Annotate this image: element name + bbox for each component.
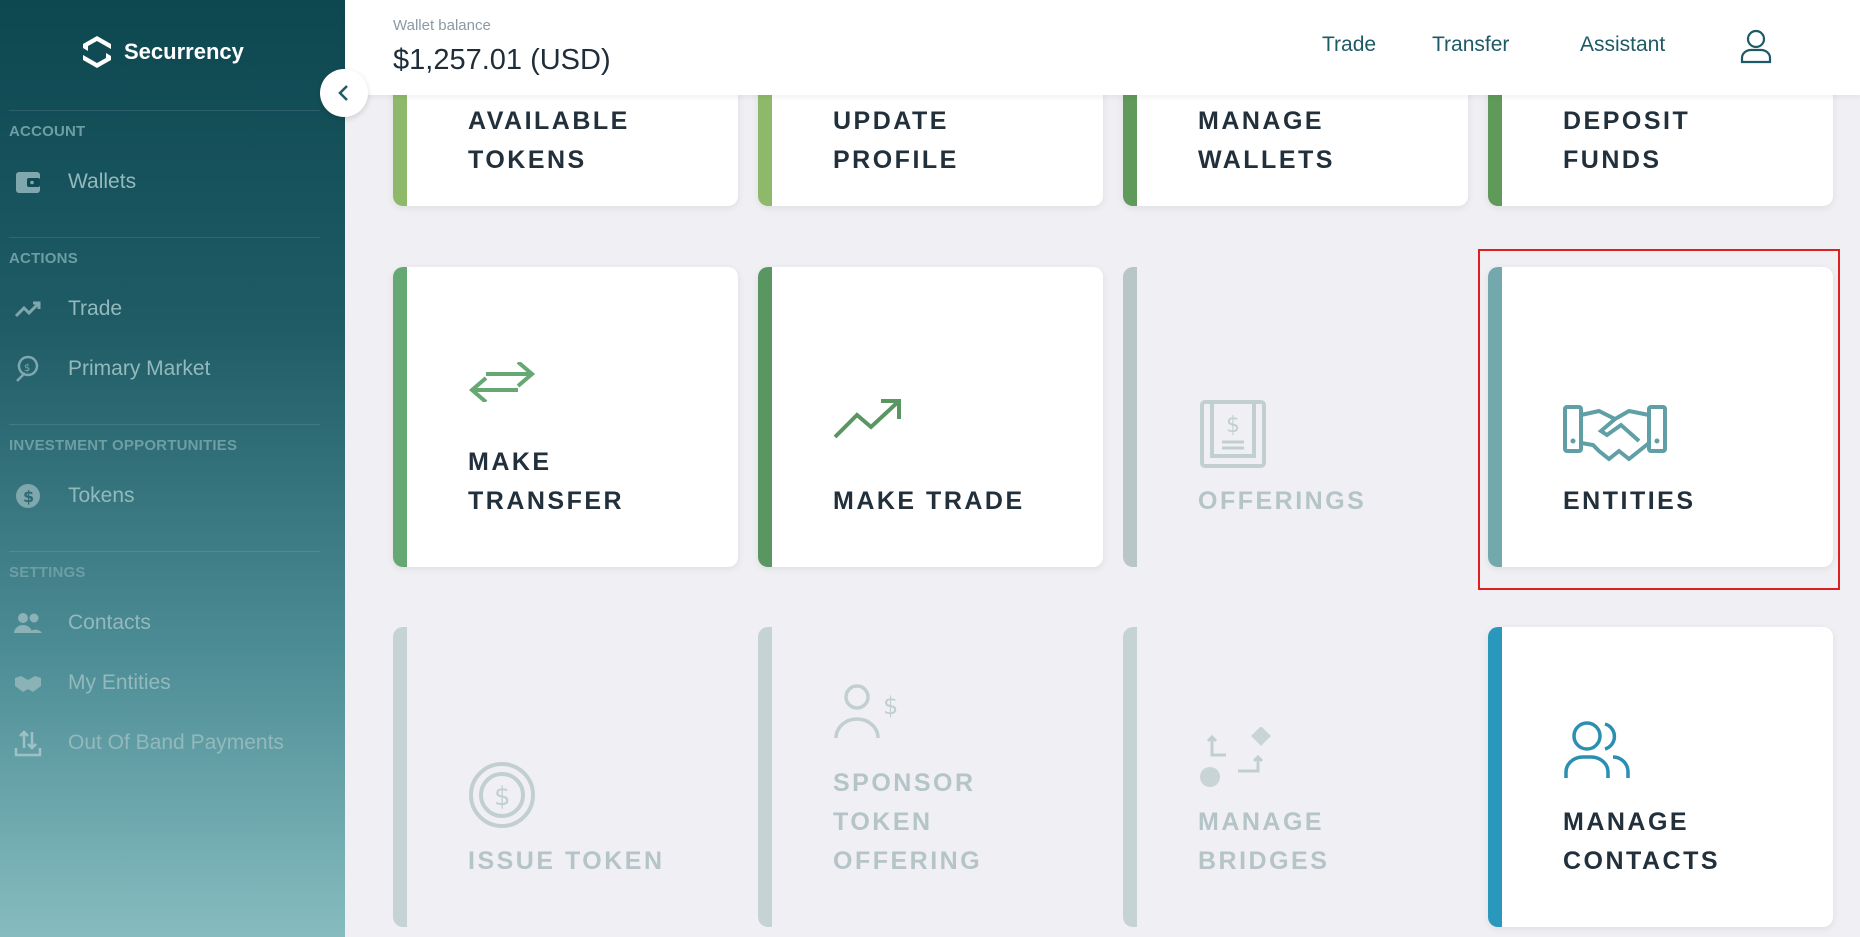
sidebar-item-label: Out Of Band Payments (68, 731, 284, 754)
trend-up-icon (833, 399, 901, 439)
section-label-settings: SETTINGS (9, 564, 86, 581)
svg-text:$: $ (1226, 413, 1240, 438)
sidebar-item-label: Primary Market (68, 357, 211, 380)
card-make-trade[interactable]: MAKE TRADE (758, 267, 1103, 567)
section-label-actions: ACTIONS (9, 250, 78, 267)
nav-link-trade[interactable]: Trade (1322, 33, 1376, 57)
wallet-balance-value: $1,257.01 (USD) (393, 44, 611, 76)
handshake-icon (10, 668, 46, 698)
card-accent-bar (393, 627, 407, 927)
sidebar-item-label: Tokens (68, 484, 135, 507)
card-title: AVAILABLE TOKENS (468, 107, 630, 174)
card-title: ENTITIES (1563, 487, 1696, 515)
bridge-icon (1200, 727, 1271, 787)
contacts-icon (10, 608, 46, 638)
user-profile-icon[interactable] (1739, 28, 1773, 64)
sidebar-item-my-entities[interactable]: My Entities (10, 668, 171, 698)
card-accent-bar (393, 267, 407, 567)
card-manage-contacts[interactable]: MANAGE CONTACTS (1488, 627, 1833, 927)
sidebar-item-label: Trade (68, 297, 123, 320)
card-sponsor-token-offering: $ SPONSOR TOKEN OFFERING (758, 627, 1103, 927)
card-issue-token: $ ISSUE TOKEN (393, 627, 738, 927)
primary-market-icon: $ (10, 354, 46, 384)
sidebar-divider (9, 110, 320, 111)
card-title: MANAGE WALLETS (1198, 107, 1335, 174)
sidebar-divider (9, 424, 320, 425)
card-title: MANAGE BRIDGES (1198, 808, 1330, 875)
sidebar: Securrency ACCOUNT Wallets ACTIONS Trade… (0, 0, 345, 937)
card-manage-bridges: MANAGE BRIDGES (1123, 627, 1468, 927)
card-title: DEPOSIT FUNDS (1563, 107, 1691, 174)
card-accent-bar (758, 627, 772, 927)
nav-link-assistant[interactable]: Assistant (1580, 33, 1665, 57)
card-title: ISSUE TOKEN (468, 847, 665, 875)
card-make-transfer[interactable]: MAKE TRANSFER (393, 267, 738, 567)
card-entities[interactable]: ENTITIES (1488, 267, 1833, 567)
card-accent-bar (1123, 267, 1137, 567)
top-header: Wallet balance $1,257.01 (USD) Trade Tra… (345, 0, 1860, 95)
sidebar-divider (9, 551, 320, 552)
brand-logo[interactable]: Securrency (80, 34, 244, 70)
securrency-logo-icon (83, 36, 111, 68)
svg-text:$: $ (24, 363, 30, 374)
svg-text:$: $ (23, 487, 34, 506)
sidebar-item-contacts[interactable]: Contacts (10, 608, 151, 638)
sidebar-item-trade[interactable]: Trade (10, 294, 122, 324)
svg-text:$: $ (883, 692, 898, 720)
svg-text:$: $ (494, 782, 511, 812)
card-title: MAKE TRADE (833, 487, 1025, 515)
sidebar-item-label: Wallets (68, 170, 137, 193)
sidebar-item-out-of-band-payments[interactable]: Out Of Band Payments (10, 728, 284, 758)
wallet-icon (10, 167, 46, 197)
sidebar-item-tokens[interactable]: $ Tokens (10, 481, 135, 511)
card-title: MAKE TRANSFER (468, 448, 625, 515)
sidebar-divider (9, 237, 320, 238)
chevron-left-icon (338, 85, 348, 101)
card-accent-bar (1488, 627, 1502, 927)
sponsor-icon: $ (834, 684, 898, 739)
nav-link-transfer[interactable]: Transfer (1432, 33, 1509, 57)
document-dollar-icon: $ (1200, 400, 1266, 468)
card-accent-bar (1488, 267, 1502, 567)
coin-icon: $ (469, 762, 535, 828)
section-label-account: ACCOUNT (9, 123, 86, 140)
arrows-left-right-icon (468, 362, 536, 402)
sidebar-item-wallets[interactable]: Wallets (10, 167, 136, 197)
sidebar-collapse-button[interactable] (320, 69, 368, 117)
sidebar-item-primary-market[interactable]: $ Primary Market (10, 354, 210, 384)
wallet-balance-label: Wallet balance (393, 17, 491, 34)
card-accent-bar (758, 267, 772, 567)
transfer-tray-icon (10, 728, 46, 758)
handshake-icon (1563, 405, 1667, 462)
card-title: UPDATE PROFILE (833, 107, 959, 174)
card-title: SPONSOR TOKEN OFFERING (833, 769, 983, 875)
card-title: MANAGE CONTACTS (1563, 808, 1721, 875)
card-offerings: $ OFFERINGS (1123, 267, 1468, 567)
brand-name: Securrency (124, 39, 244, 64)
sidebar-item-label: Contacts (68, 611, 151, 634)
users-icon (1564, 721, 1630, 778)
card-accent-bar (1123, 627, 1137, 927)
trend-icon (10, 294, 46, 324)
section-label-investment-opportunities: INVESTMENT OPPORTUNITIES (9, 437, 238, 454)
card-title: OFFERINGS (1198, 487, 1367, 515)
sidebar-item-label: My Entities (68, 671, 171, 694)
dollar-coin-icon: $ (10, 481, 46, 511)
